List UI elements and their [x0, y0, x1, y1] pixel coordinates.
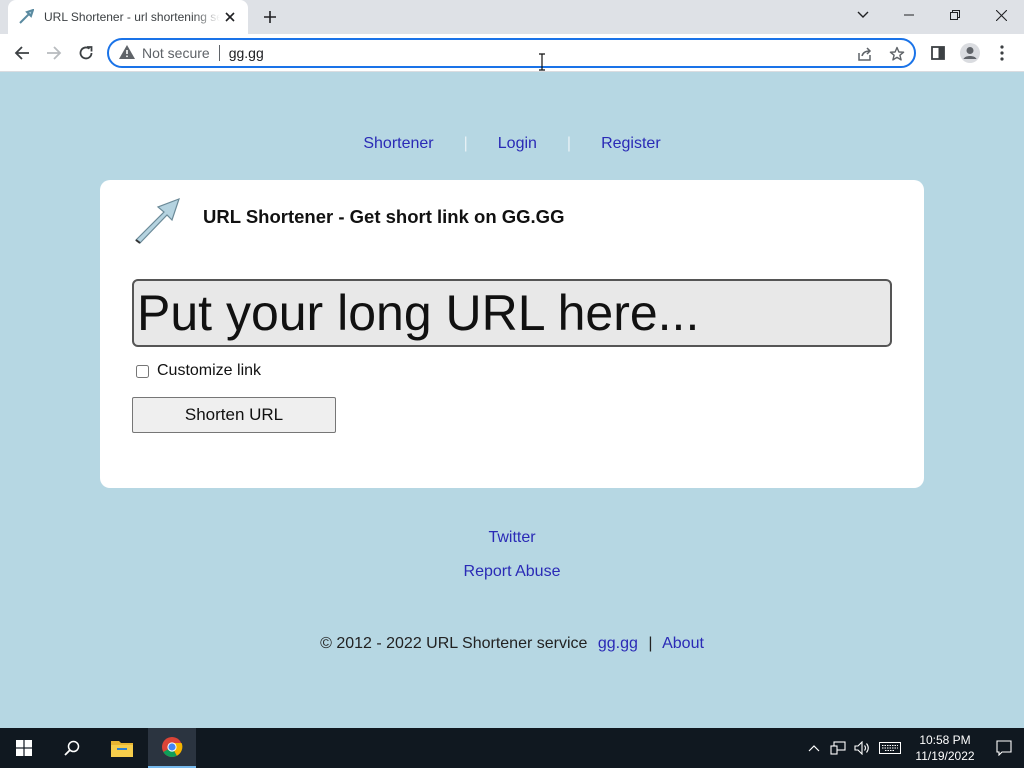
- report-abuse-row: Report Abuse: [0, 563, 1024, 581]
- about-link[interactable]: About: [662, 635, 704, 652]
- long-url-input[interactable]: [132, 279, 892, 347]
- notification-icon[interactable]: [984, 728, 1024, 768]
- address-bar[interactable]: Not secure gg.gg: [107, 38, 916, 68]
- chevron-up-icon[interactable]: [802, 728, 826, 768]
- share-icon[interactable]: [854, 44, 876, 64]
- browser-tab[interactable]: URL Shortener - url shortening service: [8, 0, 248, 34]
- network-icon[interactable]: [826, 728, 850, 768]
- report-abuse-link[interactable]: Report Abuse: [464, 563, 561, 580]
- url-text[interactable]: gg.gg: [229, 45, 264, 61]
- footer-pipe: |: [648, 635, 653, 652]
- clock-time: 10:58 PM: [919, 733, 971, 747]
- chrome-icon[interactable]: [148, 728, 196, 768]
- clock[interactable]: 10:58 PM 11/19/2022: [906, 732, 984, 764]
- nav-divider: |: [566, 135, 572, 152]
- arrow-favicon-icon: [18, 9, 34, 25]
- security-indicator[interactable]: Not secure: [119, 44, 210, 62]
- tab-close-icon[interactable]: [222, 9, 238, 25]
- warning-icon: [119, 44, 135, 62]
- volume-icon[interactable]: [850, 728, 874, 768]
- close-window-icon[interactable]: [978, 0, 1024, 30]
- site-link[interactable]: gg.gg: [598, 635, 638, 652]
- nav-divider: |: [463, 135, 468, 152]
- restore-icon[interactable]: [932, 0, 978, 30]
- customize-link-checkbox[interactable]: [136, 364, 149, 378]
- keyboard-icon[interactable]: [874, 728, 906, 768]
- file-explorer-icon[interactable]: [98, 728, 146, 768]
- twitter-row: Twitter: [0, 529, 1024, 547]
- search-icon[interactable]: [48, 728, 96, 768]
- system-tray: 10:58 PM 11/19/2022: [802, 728, 1024, 768]
- arrow-logo-icon: [132, 196, 182, 244]
- customize-link-label: Customize link: [157, 362, 262, 379]
- star-icon[interactable]: [886, 44, 908, 64]
- menu-icon[interactable]: [988, 39, 1016, 67]
- nav-shortener-link[interactable]: Shortener: [363, 135, 433, 153]
- reload-icon[interactable]: [72, 39, 100, 67]
- not-secure-label: Not secure: [142, 45, 210, 61]
- new-tab-button[interactable]: [258, 5, 282, 29]
- text-cursor-icon: [538, 53, 546, 71]
- tab-title: URL Shortener - url shortening service: [44, 10, 220, 24]
- copyright-text: © 2012 - 2022 URL Shortener service: [320, 635, 588, 652]
- browser-toolbar: Not secure gg.gg: [0, 34, 1024, 72]
- card-title: URL Shortener - Get short link on GG.GG: [203, 206, 565, 227]
- minimize-icon[interactable]: [886, 0, 932, 30]
- tab-search-icon[interactable]: [851, 5, 875, 25]
- address-separator: [218, 45, 220, 61]
- shortener-card: URL Shortener - Get short link on GG.GG …: [100, 180, 924, 488]
- back-icon[interactable]: [8, 39, 36, 67]
- twitter-link[interactable]: Twitter: [488, 529, 535, 546]
- copyright-footer: © 2012 - 2022 URL Shortener service gg.g…: [0, 635, 1024, 653]
- clock-date: 11/19/2022: [915, 749, 975, 763]
- tab-strip: URL Shortener - url shortening service: [0, 0, 1024, 34]
- profile-icon[interactable]: [956, 39, 984, 67]
- top-nav: Shortener | Login | Register: [0, 135, 1024, 153]
- customize-link-row[interactable]: Customize link: [136, 362, 261, 380]
- forward-icon[interactable]: [40, 39, 68, 67]
- taskbar: 10:58 PM 11/19/2022: [0, 728, 1024, 768]
- start-icon[interactable]: [0, 728, 48, 768]
- nav-login-link[interactable]: Login: [498, 135, 537, 153]
- shorten-url-button[interactable]: Shorten URL: [132, 397, 336, 433]
- nav-register-link[interactable]: Register: [601, 135, 661, 153]
- side-panel-icon[interactable]: [924, 39, 952, 67]
